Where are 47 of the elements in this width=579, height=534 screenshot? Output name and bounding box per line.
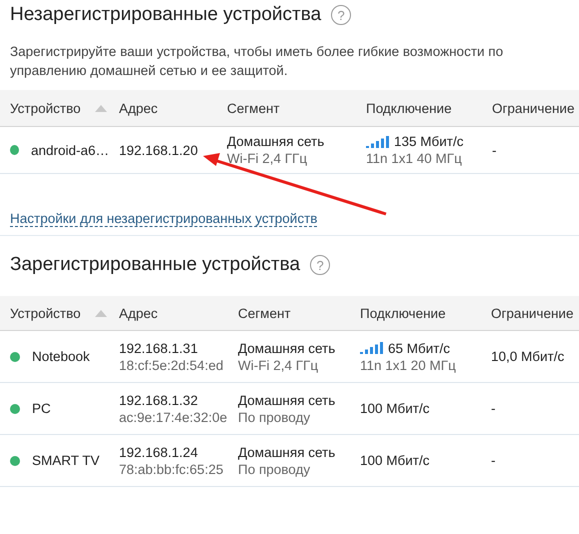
segment-detail: По проводу xyxy=(238,460,312,478)
mac-address: 78:ab:bb:fc:65:25 xyxy=(119,460,224,478)
description-text: Зарегистрируйте ваши устройства, чтобы иметь более гибкие возможности по управлению домашней сетью и ее защитой. xyxy=(10,43,504,80)
segment-name: Домашняя сеть xyxy=(238,340,336,356)
segment-detail: Wi-Fi 2,4 ГГц xyxy=(227,150,308,167)
section-title: Незарегистрированные устройства xyxy=(10,4,322,26)
connection-speed: 65 Мбит/с xyxy=(388,340,450,356)
sort-ascending-icon xyxy=(94,310,107,316)
column-header[interactable]: Подключение xyxy=(350,296,481,331)
mac-address: 18:cf:5e:2d:54:ed xyxy=(119,356,224,374)
speed-limit: - xyxy=(491,400,496,417)
column-header[interactable]: Ограничение xyxy=(481,296,579,331)
device-name: Notebook xyxy=(32,349,90,364)
segment-name: Домашняя сеть xyxy=(227,133,326,150)
settings-link[interactable]: Настройки для незарегистрированных устройств xyxy=(10,211,318,227)
device-name: android-a6… xyxy=(30,142,109,158)
column-header[interactable]: Адрес xyxy=(109,296,228,331)
column-header[interactable]: Устройство xyxy=(0,90,109,127)
speed-limit: 10,0 Мбит/с xyxy=(491,348,566,365)
signal-icon xyxy=(366,136,390,148)
column-header[interactable]: Ограничение xyxy=(482,90,579,127)
speed-limit: - xyxy=(491,452,496,469)
connection-detail: 11n 1x1 20 МГц xyxy=(360,356,457,374)
connection-speed: 100 Мбит/с xyxy=(360,400,430,417)
connection-speed: 100 Мбит/с xyxy=(360,452,430,469)
segment-detail: Wi-Fi 2,4 ГГц xyxy=(238,356,320,374)
ip-address: 192.168.1.32 xyxy=(119,392,199,408)
mac-address: ac:9e:17:4e:32:0e xyxy=(119,408,228,426)
connection-detail: 11n 1x1 40 МГц xyxy=(366,150,463,167)
ip-address: 192.168.1.24 xyxy=(119,444,199,460)
column-header[interactable]: Сегмент xyxy=(217,90,356,127)
ip-address: 192.168.1.31 xyxy=(119,340,199,356)
section-title: Зарегистрированные устройства xyxy=(10,254,300,276)
signal-icon xyxy=(360,342,384,354)
column-header[interactable]: Адрес xyxy=(109,90,217,127)
device-name: SMART TV xyxy=(32,453,100,468)
connection-speed: 135 Мбит/с xyxy=(394,133,464,150)
column-header[interactable]: Сегмент xyxy=(228,296,350,331)
segment-name: Домашняя сеть xyxy=(238,444,336,460)
segment-detail: По проводу xyxy=(238,408,312,426)
sort-ascending-icon xyxy=(94,104,107,112)
column-header[interactable]: Устройство xyxy=(0,296,109,331)
speed-limit: - xyxy=(492,142,498,158)
column-header[interactable]: Подключение xyxy=(356,90,482,127)
device-name: PC xyxy=(32,401,51,416)
segment-name: Домашняя сеть xyxy=(238,392,336,408)
ip-address: 192.168.1.20 xyxy=(119,142,199,158)
